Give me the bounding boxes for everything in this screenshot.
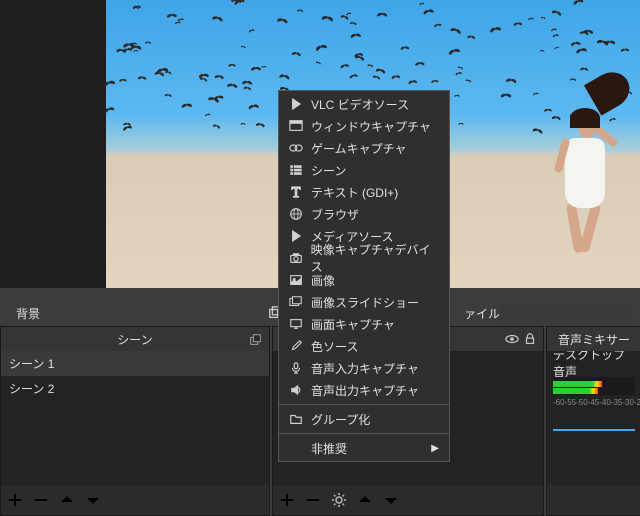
menu-item-非推奨[interactable]: 非推奨 ▶ [279,437,449,459]
scenes-list[interactable]: シーン 1シーン 2 [1,351,269,485]
menu-item-label: 映像キャプチャデバイス [311,241,439,275]
scene-item[interactable]: シーン 1 [1,351,269,376]
brush-icon [287,339,305,353]
preview-person [550,88,620,258]
menu-item-画像スライドショー[interactable]: 画像スライドショー [279,291,449,313]
menu-item-label: ゲームキャプチャ [311,140,407,157]
globe-icon [287,207,305,221]
list-icon [287,163,305,177]
add-source-button[interactable] [279,492,295,508]
menu-item-label: グループ化 [311,411,370,428]
menu-separator [279,404,449,405]
menu-item-テキスト(gdi+)[interactable]: テキスト (GDI+) [279,181,449,203]
folder-icon [287,412,305,426]
mixer-header: 音声ミキサー [547,327,640,351]
menu-item-画面キャプチャ[interactable]: 画面キャプチャ [279,313,449,335]
blurred-region [500,305,630,321]
menu-item-label: 画像スライドショー [311,294,419,311]
window-icon [287,119,305,133]
mixer-title: 音声ミキサー [558,331,630,348]
menu-item-label: 音声出力キャプチャ [311,382,419,399]
scenes-header: シーン [1,327,269,351]
scenes-toolbar [1,485,269,515]
audio-mixer-panel: 音声ミキサー デスクトップ音声 -60-55-50-45-40-35-30-25… [546,326,640,516]
menu-item-label: テキスト (GDI+) [311,184,398,201]
menu-item-色ソース[interactable]: 色ソース [279,335,449,357]
menu-item-音声出力キャプチャ[interactable]: 音声出力キャプチャ [279,379,449,401]
add-source-menu: VLC ビデオソースウィンドウキャプチャゲームキャプチャシーンテキスト (GDI… [278,90,450,462]
scenes-panel: シーン シーン 1シーン 2 [0,326,270,516]
camera-icon [287,251,305,265]
slides-icon [287,295,305,309]
menu-item-音声入力キャプチャ[interactable]: 音声入力キャプチャ [279,357,449,379]
menu-item-label: 非推奨 [311,440,347,457]
menu-item-label: 画像 [311,272,335,289]
menu-item-ウィンドウキャプチャ[interactable]: ウィンドウキャプチャ [279,115,449,137]
menu-separator [279,433,449,434]
mixer-toolbar [547,485,640,515]
scene-item[interactable]: シーン 2 [1,376,269,401]
monitor-icon [287,317,305,331]
submenu-arrow-icon: ▶ [431,443,439,454]
menu-item-label: 画面キャプチャ [311,316,395,333]
dock-tab-bg[interactable]: 背景 [8,301,48,326]
menu-item-label: シーン [311,162,346,179]
menu-item-ゲームキャプチャ[interactable]: ゲームキャプチャ [279,137,449,159]
play-icon [287,229,305,243]
menu-item-映像キャプチャデバイス[interactable]: 映像キャプチャデバイス [279,247,449,269]
play-icon [287,97,305,111]
add-scene-button[interactable] [7,492,23,508]
sources-toolbar [273,485,543,515]
menu-item-label: 音声入力キャプチャ [311,360,419,377]
mixer-body: デスクトップ音声 -60-55-50-45-40-35-30-25-20 [547,351,640,485]
remove-scene-button[interactable] [33,492,49,508]
image-icon [287,273,305,287]
visibility-icon[interactable] [505,332,519,346]
scene-down-button[interactable] [85,492,101,508]
remove-source-button[interactable] [305,492,321,508]
source-settings-button[interactable] [331,492,347,508]
menu-item-グループ化[interactable]: グループ化 [279,408,449,430]
menu-item-label: VLC ビデオソース [311,96,409,113]
menu-item-label: ブラウザ [311,206,359,223]
source-down-button[interactable] [383,492,399,508]
gamepad-icon [287,141,305,155]
menu-item-シーン[interactable]: シーン [279,159,449,181]
menu-item-ブラウザ[interactable]: ブラウザ [279,203,449,225]
mic-icon [287,361,305,375]
menu-item-label: 色ソース [311,338,358,355]
mixer-track-label: デスクトップ音声 [547,351,640,375]
scene-up-button[interactable] [59,492,75,508]
lock-icon[interactable] [523,332,537,346]
undock-icon[interactable] [249,333,263,347]
speaker-icon [287,383,305,397]
scenes-title: シーン [117,331,152,348]
text-icon [287,185,305,199]
menu-item-label: ウィンドウキャプチャ [311,118,431,135]
source-up-button[interactable] [357,492,373,508]
menu-item-vlcビデオソース[interactable]: VLC ビデオソース [279,93,449,115]
volume-slider[interactable] [553,429,635,431]
audio-meter: -60-55-50-45-40-35-30-25-20 [553,377,635,395]
